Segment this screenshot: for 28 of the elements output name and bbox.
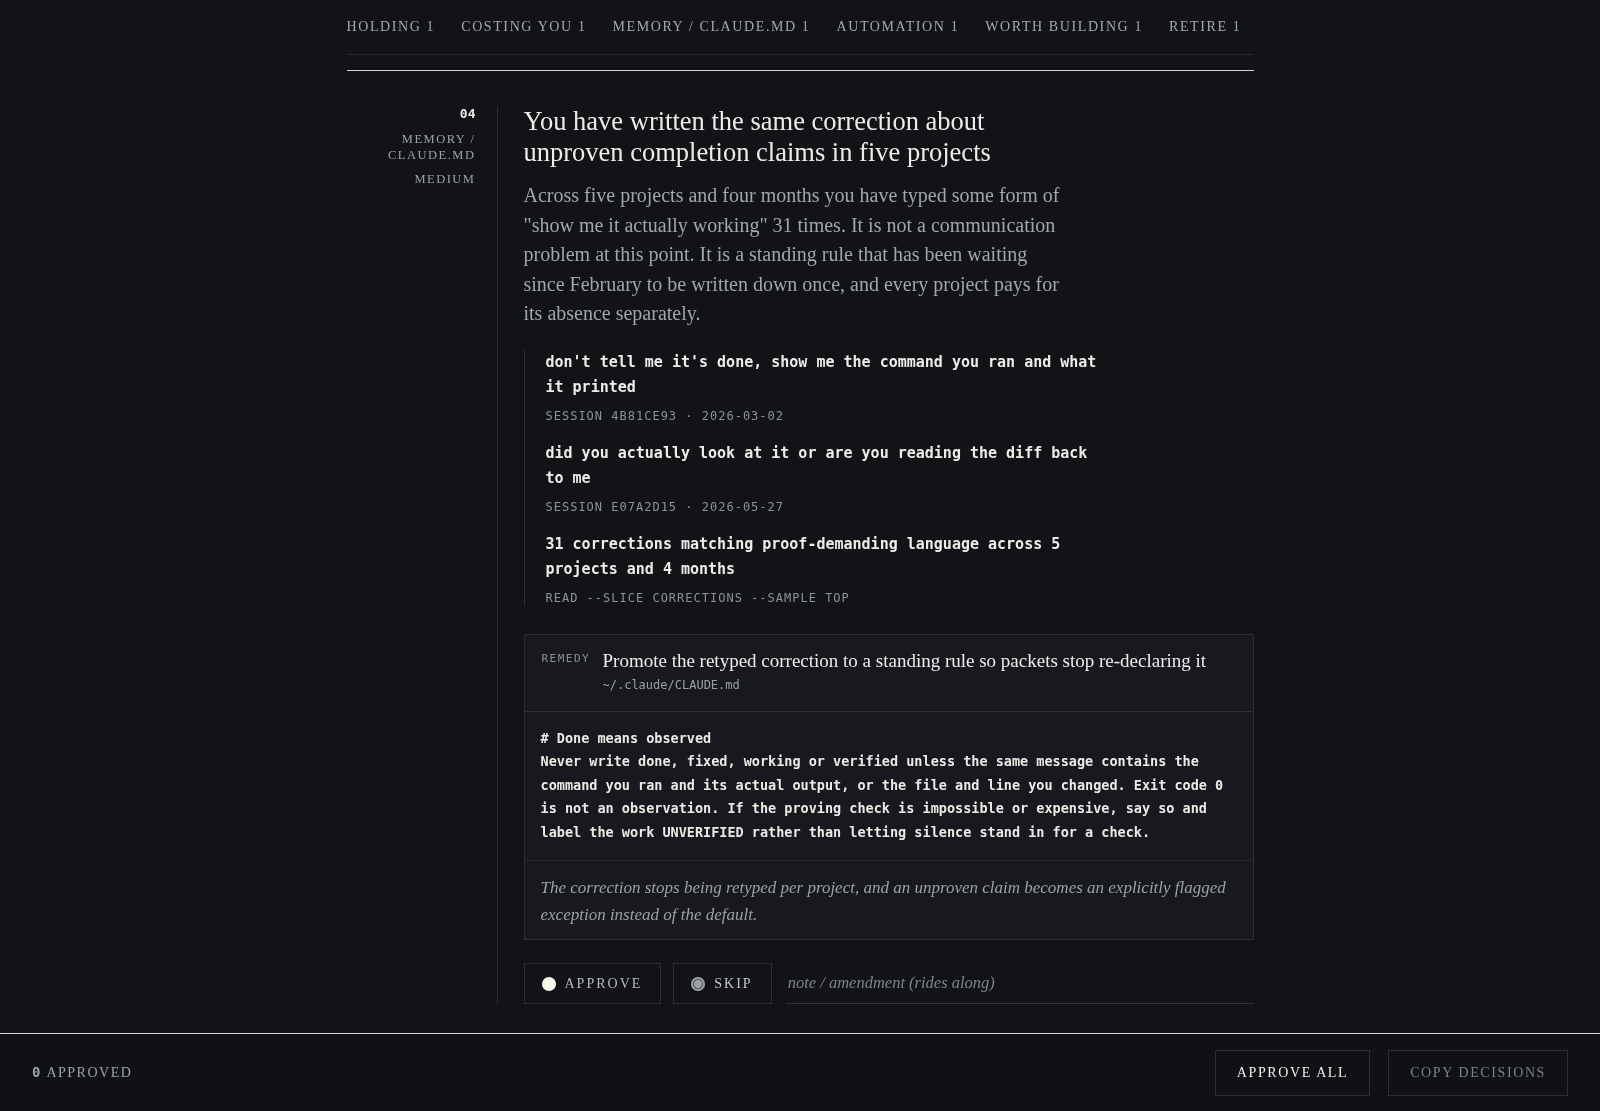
- nav-link[interactable]: MEMORY / CLAUDE.MD 1: [612, 19, 811, 35]
- finding-summary: Across five projects and four months you have typed some form of "show me it actually working" 31 times. It is not a communication problem at this point. It is a standing rule that has been waiting since February to be written down once, and every project pays for its absence separately.: [523, 183, 1061, 327]
- file-path: ~/.claude/CLAUDE.md: [602, 676, 741, 693]
- nav-link[interactable]: COSTING YOU 1: [461, 19, 587, 35]
- code-block: # Done means observed Never write done, fixed, working or verified unless the same message contains the command you ran and its actual output, or the file and line you changed. Exit code 0 is not an observation. If the proving check is impossible or expensive, say so and label the work UNVERIFIED rather than letting silence stand in for a check.: [524, 710, 1253, 860]
- finding-number: 04: [459, 106, 476, 122]
- nav-link[interactable]: AUTOMATION 1: [836, 19, 960, 35]
- evidence-quote: 31 corrections matching proof-demanding language across 5 projects and 4 months: [545, 533, 1062, 580]
- evidence-quote: don't tell me it's done, show me the command you ran and what it printed: [545, 351, 1098, 398]
- evidence-source: SESSION 4B81CE93 · 2026-03-02: [545, 407, 785, 424]
- radio-option[interactable]: APPROVE: [523, 963, 662, 1004]
- evidence-source: SESSION E07A2D15 · 2026-05-27: [545, 498, 785, 515]
- evidence-quote: did you actually look at it or are you reading the diff back to me: [545, 442, 1089, 489]
- remedy-title: Promote the retyped correction to a standing rule so packets stop re-declaring it: [602, 648, 1207, 673]
- nav-link[interactable]: RETIRE 1: [1169, 19, 1242, 35]
- nav-link[interactable]: WORTH BUILDING 1: [985, 19, 1144, 35]
- radio-option[interactable]: SKIP: [673, 963, 772, 1004]
- note-field[interactable]: note / amendment (rides along): [785, 963, 1254, 1004]
- outcome-note: The correction stops being retyped per project, and an unproven claim becomes an explicitly flagged exception instead of the default.: [524, 860, 1253, 939]
- evidence-source: READ --SLICE CORRECTIONS --SAMPLE TOP: [545, 589, 851, 606]
- nav-link[interactable]: HOLDING 1: [346, 19, 436, 35]
- remedy-label: REMEDY: [541, 650, 592, 667]
- approved-count: 0: [32, 1064, 41, 1080]
- finding-category: MEMORY / CLAUDE.MD: [387, 131, 476, 163]
- footer-button[interactable]: APPROVE ALL: [1214, 1049, 1371, 1096]
- finding-title: You have written the same correction about unproven completion claims in five projects: [523, 106, 992, 168]
- severity-label: MEDIUM: [414, 171, 476, 187]
- approved-label: APPROVED: [46, 1065, 133, 1081]
